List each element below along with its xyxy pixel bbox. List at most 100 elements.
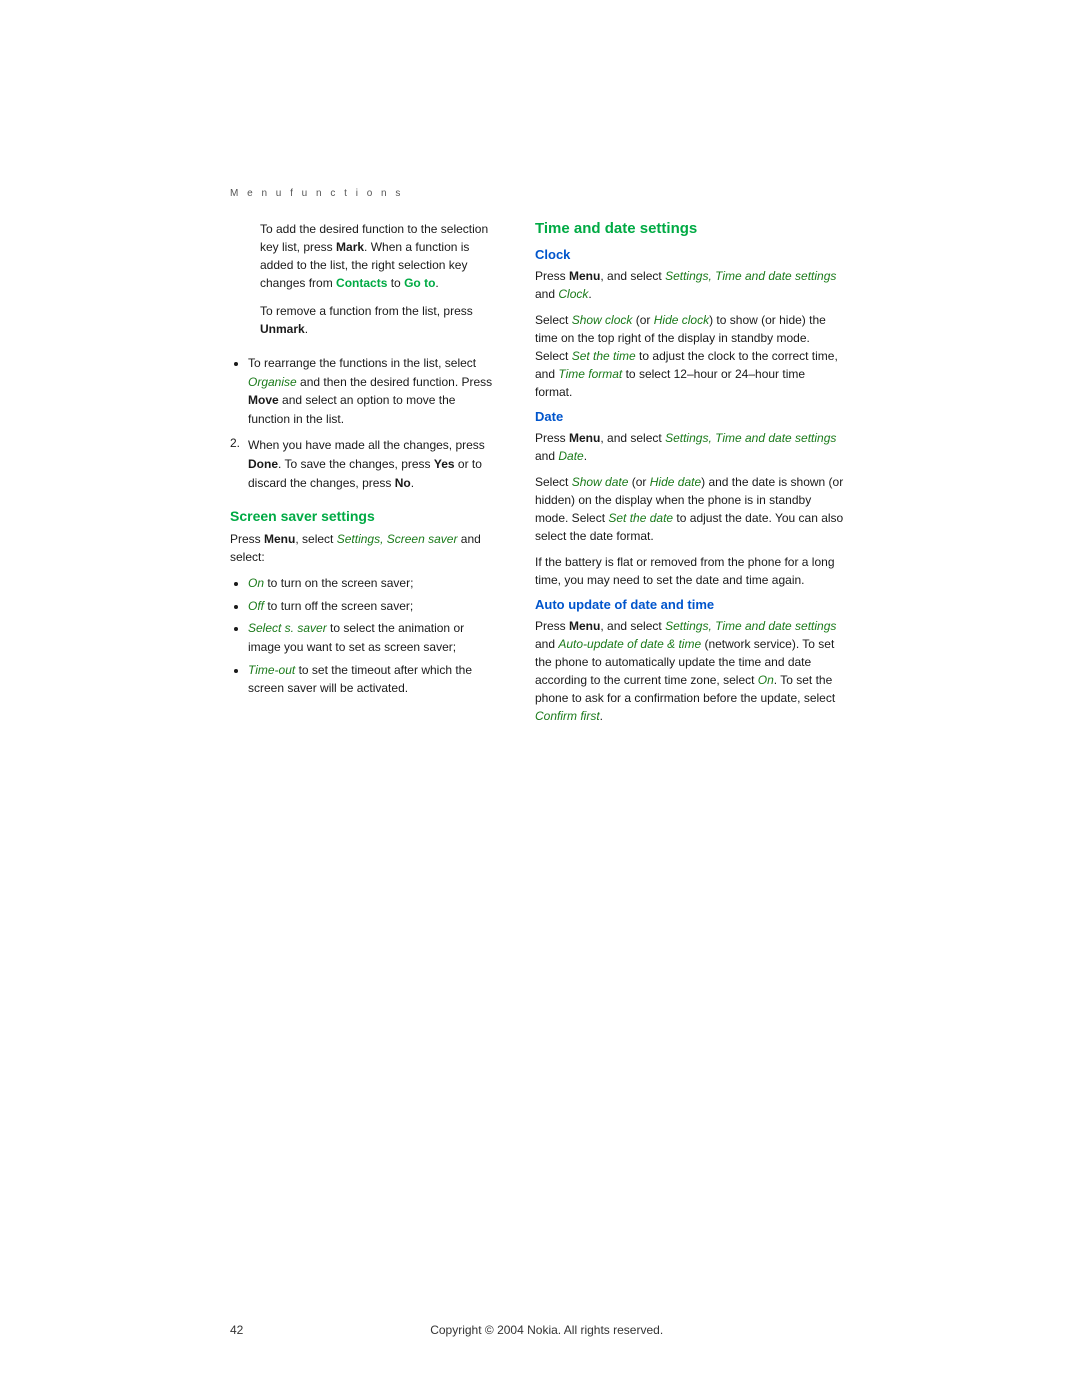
date-battery-text: If the battery is flat or removed from t… <box>535 555 835 587</box>
auto-update-para: Press Menu, and select Settings, Time an… <box>535 617 845 725</box>
show-clock-italic: Show clock <box>572 313 633 327</box>
date-section: Date Press Menu, and select Settings, Ti… <box>535 409 845 589</box>
clock-select: Select <box>535 313 572 327</box>
date-menu-bold: Menu <box>569 431 600 445</box>
time-date-title: Time and date settings <box>535 220 845 237</box>
date-italic: Date <box>558 449 583 463</box>
date-select: Select <box>535 475 572 489</box>
au-confirm-italic: Confirm first <box>535 709 600 723</box>
clock-settings-italic: Settings, Time and date settings <box>665 269 836 283</box>
ss-select-saver: Select s. saver to select the animation … <box>248 619 500 656</box>
unmark-bold: Unmark <box>260 322 305 336</box>
au-and: and <box>535 637 558 651</box>
time-format-italic: Time format <box>558 367 622 381</box>
intro-para1-period: . <box>435 276 438 290</box>
ss-settings-italic: Settings, Screen saver <box>337 532 458 546</box>
auto-update-section: Auto update of date and time Press Menu,… <box>535 597 845 725</box>
item-end: . <box>411 476 414 490</box>
hide-clock-italic: Hide clock <box>654 313 709 327</box>
intro-para1-to: to <box>387 276 404 290</box>
ss-off-text: to turn off the screen saver; <box>264 599 413 613</box>
item-content: When you have made all the changes, pres… <box>248 436 500 492</box>
intro-para1: To add the desired function to the selec… <box>260 220 500 292</box>
rearrange-list: To rearrange the functions in the list, … <box>248 354 500 428</box>
date-para2: Select Show date (or Hide date) and the … <box>535 473 845 545</box>
contacts-label: Contacts <box>336 276 387 290</box>
date-and-select: , and select <box>600 431 665 445</box>
ss-off: Off to turn off the screen saver; <box>248 597 500 616</box>
auto-update-title: Auto update of date and time <box>535 597 845 612</box>
rearrange-text: To rearrange the functions in the list, … <box>248 356 476 370</box>
intro-para2-end: . <box>305 322 308 336</box>
no-bold: No <box>395 476 411 490</box>
clock-section: Clock Press Menu, and select Settings, T… <box>535 247 845 401</box>
clock-and: and <box>535 287 558 301</box>
item-number: 2. <box>230 436 248 492</box>
set-date-italic: Set the date <box>608 511 673 525</box>
ss-on: On to turn on the screen saver; <box>248 574 500 593</box>
page: M e n u f u n c t i o n s To add the des… <box>0 0 1080 1397</box>
screen-saver-intro: Press Menu, select Settings, Screen save… <box>230 530 500 566</box>
ss-timeout-italic: Time-out <box>248 663 295 677</box>
right-column: Time and date settings Clock Press Menu,… <box>535 220 845 733</box>
show-date-italic: Show date <box>572 475 629 489</box>
rearrange-item: To rearrange the functions in the list, … <box>248 354 500 428</box>
organise-italic: Organise <box>248 375 297 389</box>
intro-para2: To remove a function from the list, pres… <box>260 302 500 338</box>
footer: 42 Copyright © 2004 Nokia. All rights re… <box>0 1323 1080 1337</box>
screen-saver-section: Screen saver settings Press Menu, select… <box>230 508 500 698</box>
item-before: When you have made all the changes, pres… <box>248 438 485 452</box>
screen-saver-list: On to turn on the screen saver; Off to t… <box>248 574 500 698</box>
ss-menu-bold: Menu <box>264 532 295 546</box>
rearrange-mid: and then the desired function. Press <box>297 375 492 389</box>
rearrange-end: and select an option to move the functio… <box>248 393 455 426</box>
copyright-text: Copyright © 2004 Nokia. All rights reser… <box>243 1323 850 1337</box>
item-mid1: . To save the changes, press <box>278 457 434 471</box>
au-menu-bold: Menu <box>569 619 600 633</box>
date-and: and <box>535 449 558 463</box>
yes-bold: Yes <box>434 457 455 471</box>
date-period: . <box>584 449 587 463</box>
numbered-item-2: 2. When you have made all the changes, p… <box>230 436 500 492</box>
au-period: . <box>600 709 603 723</box>
ss-on-italic: On <box>248 576 264 590</box>
au-autoupdate-italic: Auto-update of date & time <box>558 637 701 651</box>
left-column: To add the desired function to the selec… <box>230 220 500 706</box>
clock-italic: Clock <box>558 287 588 301</box>
date-para3: If the battery is flat or removed from t… <box>535 553 845 589</box>
set-time-italic: Set the time <box>572 349 636 363</box>
done-bold: Done <box>248 457 278 471</box>
clock-press: Press <box>535 269 569 283</box>
ss-off-italic: Off <box>248 599 264 613</box>
ss-select-italic: Select s. saver <box>248 621 327 635</box>
clock-menu-bold: Menu <box>569 269 600 283</box>
move-bold: Move <box>248 393 279 407</box>
clock-or: (or <box>632 313 653 327</box>
intro-block: To add the desired function to the selec… <box>230 220 500 338</box>
au-settings-italic: Settings, Time and date settings <box>665 619 836 633</box>
date-settings-italic: Settings, Time and date settings <box>665 431 836 445</box>
ss-select: , select <box>295 532 336 546</box>
ss-on-text: to turn on the screen saver; <box>264 576 413 590</box>
header-label: M e n u f u n c t i o n s <box>230 188 403 199</box>
intro-para2-text: To remove a function from the list, pres… <box>260 304 473 318</box>
date-para1: Press Menu, and select Settings, Time an… <box>535 429 845 465</box>
clock-para1: Press Menu, and select Settings, Time an… <box>535 267 845 303</box>
au-on-italic: On <box>758 673 774 687</box>
clock-period: . <box>588 287 591 301</box>
ss-timeout: Time-out to set the timeout after which … <box>248 661 500 698</box>
clock-para2: Select Show clock (or Hide clock) to sho… <box>535 311 845 401</box>
clock-and-select: , and select <box>600 269 665 283</box>
date-title: Date <box>535 409 845 424</box>
screen-saver-title: Screen saver settings <box>230 508 500 524</box>
au-press: Press <box>535 619 569 633</box>
hide-date-italic: Hide date <box>650 475 701 489</box>
au-and-select: , and select <box>600 619 665 633</box>
intro-mark-bold: Mark <box>336 240 364 254</box>
clock-title: Clock <box>535 247 845 262</box>
page-number: 42 <box>230 1323 243 1337</box>
date-press: Press <box>535 431 569 445</box>
goto-label: Go to <box>404 276 435 290</box>
date-or: (or <box>628 475 649 489</box>
ss-press: Press <box>230 532 264 546</box>
